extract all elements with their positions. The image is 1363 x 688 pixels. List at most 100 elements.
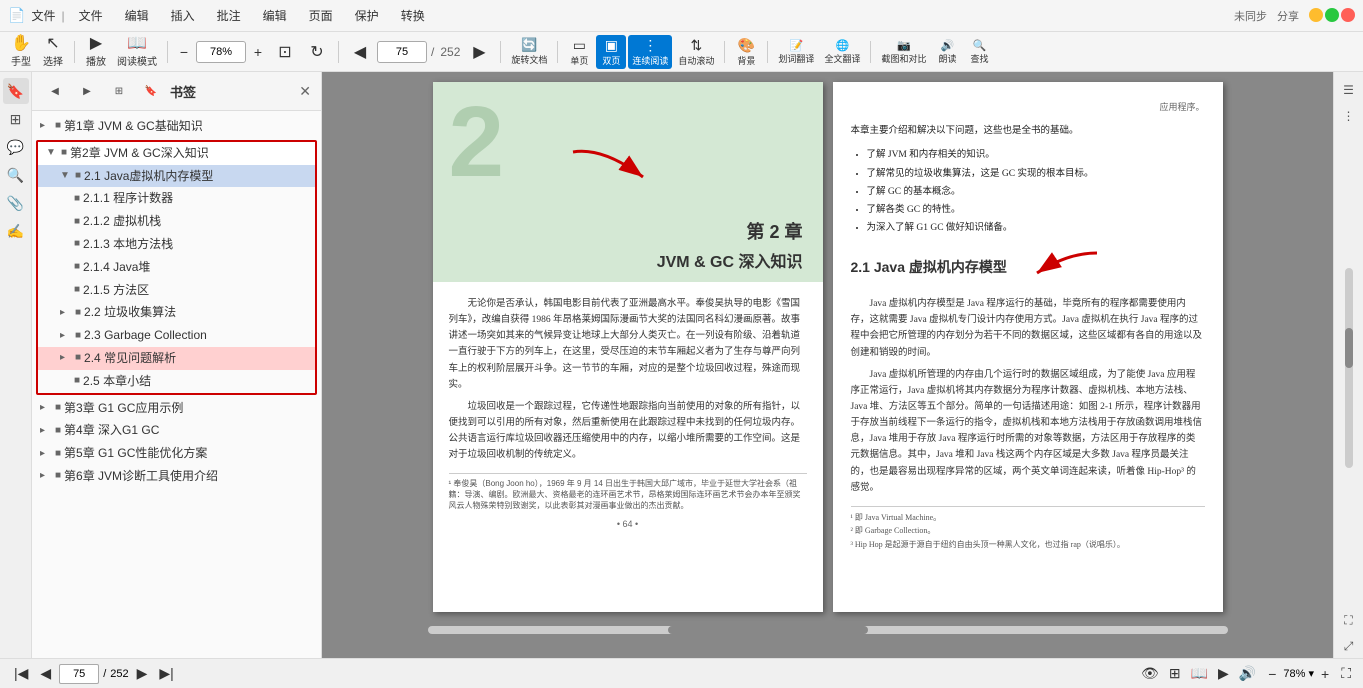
- section-2-1-body-1: Java 虚拟机内存模型是 Java 程序运行的基础，毕竟所有的程序都需要使用内…: [851, 296, 1205, 361]
- bottom-zoom-in-button[interactable]: +: [1317, 664, 1333, 684]
- toc-item-s2-1-5[interactable]: ■ 2.1.5 方法区: [38, 279, 315, 302]
- toc-item-s2-1-3[interactable]: ■ 2.1.3 本地方法栈: [38, 233, 315, 256]
- toc-item-ch4[interactable]: ▸ ■ 第4章 深入G1 GC: [32, 419, 321, 442]
- single-label: 单页: [570, 54, 588, 67]
- screenshot-button[interactable]: 📷 截图和对比: [877, 35, 930, 69]
- rotate-doc-button[interactable]: 🔄旋转文档: [507, 35, 551, 69]
- s2-2-arrow-icon: ▸: [60, 306, 72, 320]
- toc-item-ch2[interactable]: ▼ ■ 第2章 JVM & GC深入知识: [38, 142, 315, 165]
- toc-item-s2-1[interactable]: ▼ ■ 2.1 Java虚拟机内存模型: [38, 165, 315, 188]
- app-text: 应用程序。: [851, 100, 1205, 115]
- signature-panel-button[interactable]: ✍: [3, 218, 29, 244]
- toc-item-ch3[interactable]: ▸ ■ 第3章 G1 GC应用示例: [32, 397, 321, 420]
- ch5-bullet-icon: ■: [55, 447, 61, 461]
- menu-edit1[interactable]: 编辑: [117, 5, 157, 26]
- menu-annotate[interactable]: 批注: [209, 5, 249, 26]
- annotation-panel-button[interactable]: 💬: [3, 134, 29, 160]
- bottom-next-page-button[interactable]: ▶: [133, 663, 152, 684]
- read-aloud-label: 朗读: [938, 52, 956, 65]
- sidebar-back-button[interactable]: ◀: [42, 78, 68, 104]
- bg-button[interactable]: 🎨 背景: [731, 35, 761, 69]
- expand-button[interactable]: ⛶: [1337, 608, 1361, 632]
- menu-protect[interactable]: 保护: [347, 5, 387, 26]
- s2-2-label: 2.2 垃圾收集算法: [84, 304, 176, 321]
- toc-item-ch6[interactable]: ▸ ■ 第6章 JVM诊断工具使用介绍: [32, 465, 321, 488]
- bottom-prev-page-button[interactable]: ◀: [36, 663, 55, 684]
- toc-item-ch1[interactable]: ▸ ■ 第1章 JVM & GC基础知识: [32, 115, 321, 138]
- toc-item-s2-1-1[interactable]: ■ 2.1.1 程序计数器: [38, 187, 315, 210]
- right-option-1-button[interactable]: ☰: [1337, 78, 1361, 102]
- s2-1-label: 2.1 Java虚拟机内存模型: [84, 168, 213, 185]
- search-panel-button[interactable]: 🔍: [3, 162, 29, 188]
- bottom-first-page-button[interactable]: |◀: [10, 663, 32, 684]
- fit-button[interactable]: ⤢: [1337, 634, 1361, 658]
- s2-3-arrow-icon: ▸: [60, 329, 72, 343]
- hand-tool-button[interactable]: ✋ 手型: [6, 35, 36, 69]
- menu-file[interactable]: 文件: [71, 5, 111, 26]
- close-button[interactable]: [1341, 8, 1355, 22]
- horizontal-scrollbar[interactable]: [428, 626, 1228, 634]
- bottom-page-input[interactable]: [59, 664, 99, 684]
- zoom-input[interactable]: [196, 41, 246, 63]
- bottom-speaker-button[interactable]: 🔊: [1237, 663, 1258, 684]
- bottom-play-button[interactable]: ▶: [1216, 663, 1231, 684]
- bottom-last-page-button[interactable]: ▶|: [155, 663, 177, 684]
- bg-icon: 🎨: [738, 37, 755, 54]
- rotate-button[interactable]: ↻: [302, 35, 332, 69]
- sidebar-close-button[interactable]: ✕: [299, 83, 311, 100]
- sidebar-forward-button[interactable]: ▶: [74, 78, 100, 104]
- menu-convert[interactable]: 转换: [393, 5, 433, 26]
- zoom-fit-button[interactable]: ⊡: [270, 35, 300, 69]
- play-button[interactable]: ▶ 播放: [81, 35, 111, 69]
- toc-item-s2-2[interactable]: ▸ ■ 2.2 垃圾收集算法: [38, 301, 315, 324]
- read-mode-button[interactable]: 📖 阅读模式: [113, 35, 161, 69]
- single-page-button[interactable]: ▭ 单页: [564, 35, 594, 69]
- sidebar-option2-button[interactable]: 🔖: [138, 78, 164, 104]
- attachment-panel-button[interactable]: 📎: [3, 190, 29, 216]
- menu-page[interactable]: 页面: [301, 5, 341, 26]
- bottom-zoom-out-button[interactable]: −: [1264, 664, 1280, 684]
- sidebar-option1-button[interactable]: ⊞: [106, 78, 132, 104]
- left-page-number: • 64 •: [449, 519, 807, 529]
- play-label: 播放: [86, 53, 106, 68]
- maximize-button[interactable]: [1325, 8, 1339, 22]
- search-button[interactable]: 🔍 查找: [964, 35, 994, 69]
- select-tool-button[interactable]: ↖ 选择: [38, 35, 68, 69]
- page-input[interactable]: [377, 41, 427, 63]
- auto-scroll-button[interactable]: ⇅ 自动滚动: [674, 35, 718, 69]
- toc-item-s2-5[interactable]: ■ 2.5 本章小结: [38, 370, 315, 393]
- minimize-button[interactable]: [1309, 8, 1323, 22]
- toc-item-s2-4[interactable]: ▸ ■ 2.4 常见问题解析: [38, 347, 315, 370]
- vertical-scrollbar[interactable]: [1345, 268, 1353, 468]
- separator-7: [767, 41, 768, 63]
- right-option-2-button[interactable]: ⋮: [1337, 104, 1361, 128]
- file-menu[interactable]: 文件: [31, 7, 55, 24]
- bottom-eye-button[interactable]: 👁: [1139, 663, 1161, 684]
- next-page-button[interactable]: ▶: [464, 35, 494, 69]
- chapter-subtitle: JVM & GC 深入知识: [657, 248, 803, 272]
- full-translate-button[interactable]: 🌐 全文翻译: [820, 35, 864, 69]
- toc-item-ch5[interactable]: ▸ ■ 第5章 G1 GC性能优化方案: [32, 442, 321, 465]
- continuous-button[interactable]: ⋮ 连续阅读: [628, 35, 672, 69]
- toc-item-s2-1-4[interactable]: ■ 2.1.4 Java堆: [38, 256, 315, 279]
- thumbnail-panel-button[interactable]: ⊞: [3, 106, 29, 132]
- bottom-expand-button[interactable]: ⛶: [1339, 663, 1353, 684]
- word-translate-button[interactable]: 📝 划词翻译: [774, 35, 818, 69]
- toc-item-s2-1-2[interactable]: ■ 2.1.2 虚拟机栈: [38, 210, 315, 233]
- window-controls: 未同步 分享: [1234, 8, 1355, 24]
- double-page-button[interactable]: ▣ 双页: [596, 35, 626, 69]
- s2-4-label: 2.4 常见问题解析: [84, 350, 176, 367]
- zoom-out-button[interactable]: −: [174, 35, 194, 69]
- single-icon: ▭: [573, 37, 586, 54]
- bottom-book-button[interactable]: 📖: [1189, 663, 1210, 684]
- share-icon[interactable]: 分享: [1277, 8, 1299, 24]
- read-aloud-button[interactable]: 🔊 朗读: [932, 35, 962, 69]
- toc-item-s2-3[interactable]: ▸ ■ 2.3 Garbage Collection: [38, 324, 315, 347]
- bookmark-panel-button[interactable]: 🔖: [3, 78, 29, 104]
- menu-edit2[interactable]: 编辑: [255, 5, 295, 26]
- bottom-grid-button[interactable]: ⊞: [1167, 663, 1183, 684]
- menu-insert[interactable]: 插入: [163, 5, 203, 26]
- zoom-in-button[interactable]: +: [248, 35, 268, 69]
- prev-page-button[interactable]: ◀: [345, 35, 375, 69]
- sync-icon[interactable]: 未同步: [1234, 8, 1267, 24]
